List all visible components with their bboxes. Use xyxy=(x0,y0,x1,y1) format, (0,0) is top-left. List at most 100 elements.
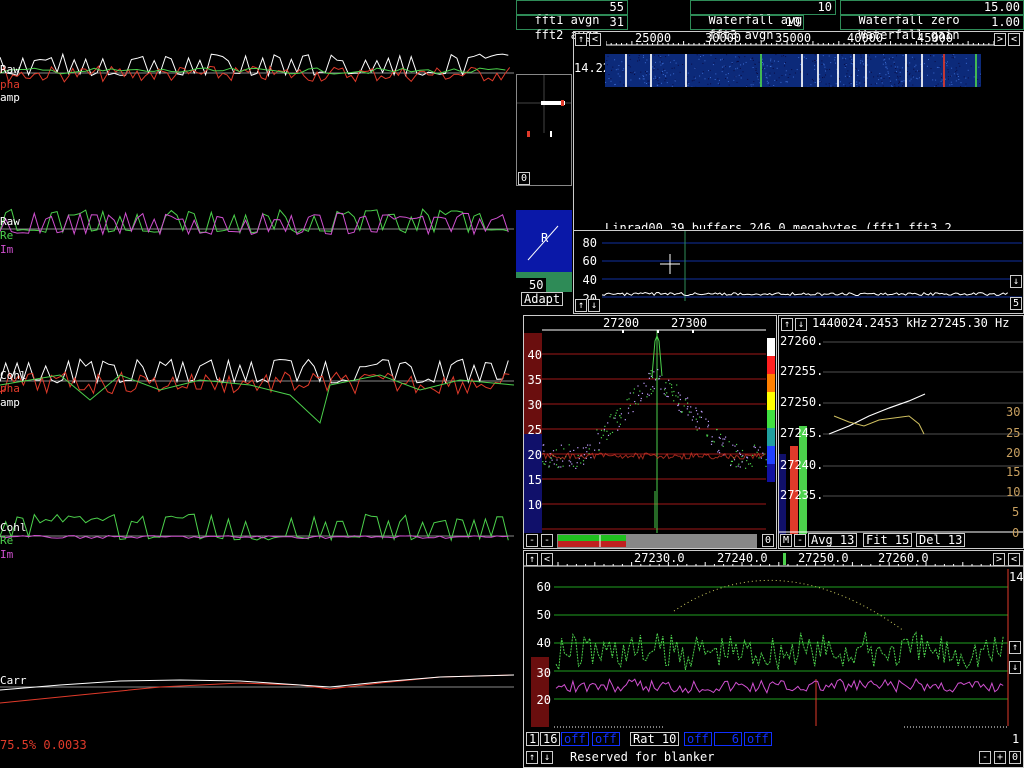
sel-ytick-1: 35 xyxy=(527,373,542,387)
bb-6[interactable]: 6 xyxy=(714,732,742,746)
bb-1-button[interactable]: 1 xyxy=(526,732,540,746)
sel-ytick-5: 15 xyxy=(527,473,542,487)
bb-off-2[interactable]: off xyxy=(592,732,620,746)
bb-right-down-button[interactable]: ↓ xyxy=(1009,661,1021,674)
bb-xtick-3: 27260.0 xyxy=(878,551,929,565)
fft1-avgn-box[interactable]: fft1 avgn 55 xyxy=(516,0,628,27)
adapt-button[interactable]: Adapt xyxy=(521,292,564,306)
wide-ytick-0: 80 xyxy=(582,236,597,250)
del-button[interactable]: Del 13 xyxy=(916,533,966,547)
freq-m-button[interactable]: M xyxy=(780,534,792,547)
fft2-avgn-value: 31 xyxy=(609,15,624,29)
freq-ytick-5: 27235. xyxy=(780,488,824,502)
p2-im-label: Im xyxy=(0,243,14,256)
bb-ytick-0: 60 xyxy=(536,580,551,594)
waterfall-up-button[interactable]: ↑ xyxy=(575,33,587,46)
freq-ytick-3: 27245. xyxy=(780,426,824,440)
bb-bottom-up-button[interactable]: ↑ xyxy=(526,751,538,764)
sel-xtick-1: 27300 xyxy=(671,316,708,330)
freq-up-button[interactable]: ↑ xyxy=(781,318,793,331)
bb-ytick-3: 30 xyxy=(536,666,551,680)
wide-spectrum-panel: 80 60 40 20 ↑ ↓ ↓ 5 xyxy=(573,230,1024,314)
fft3-avgn-box[interactable]: fft3 avgn 10 xyxy=(690,15,804,42)
freq-hz-readout: 27245.30 Hz xyxy=(930,316,1010,330)
bb-right-up-button[interactable]: ↑ xyxy=(1009,641,1021,654)
waterfall-avg-box[interactable]: Waterfall avg 10 xyxy=(690,0,836,27)
coherent-reim-plot xyxy=(0,513,514,542)
wide-ytick-1: 60 xyxy=(582,254,597,268)
fft3-avgn-value: 10 xyxy=(785,15,800,29)
sel-ytick-0: 40 xyxy=(527,348,542,362)
freq-rtick-2: 20 xyxy=(1006,446,1021,460)
freq-rtick-6: 0 xyxy=(1012,526,1020,540)
wf-tick-1: 30000 xyxy=(705,31,742,45)
bb-16-button[interactable]: 16 xyxy=(540,732,561,746)
sel-minus-1[interactable]: - xyxy=(526,534,538,547)
wf-tick-4: 45000 xyxy=(917,31,954,45)
avg-button[interactable]: Avg 13 xyxy=(808,533,858,547)
freq-rtick-3: 15 xyxy=(1006,465,1021,479)
wf-tick-0: 25000 xyxy=(635,31,672,45)
waterfall-left-button[interactable]: < xyxy=(589,33,601,46)
bb-xtick-1: 27240.0 xyxy=(717,551,768,565)
bb-off-3[interactable]: off xyxy=(684,732,712,746)
waterfall-zero-box[interactable]: Waterfall zero 15.00 xyxy=(840,0,1024,27)
bb-zero-button[interactable]: 0 xyxy=(1009,751,1021,764)
bb-minus-button[interactable]: - xyxy=(979,751,991,764)
sel-ytick-6: 10 xyxy=(527,498,542,512)
p1-raw-label: Raw xyxy=(0,63,20,76)
raw-signal-plot xyxy=(0,52,514,83)
bb-left-button[interactable]: < xyxy=(541,553,553,566)
p4-re-label: Re xyxy=(0,534,14,547)
p3-amp-label: amp xyxy=(0,396,20,409)
bb-plus-button[interactable]: + xyxy=(994,751,1006,764)
bb-rat-button[interactable]: Rat 10 xyxy=(630,732,680,746)
p5-carr-label: Carr xyxy=(0,674,27,687)
waterfall-gain-box[interactable]: Waterfall gain 1.00 xyxy=(840,15,1024,42)
fit-button[interactable]: Fit 15 xyxy=(863,533,913,547)
p2-raw-label: Raw xyxy=(0,215,20,228)
sel-ytick-4: 20 xyxy=(527,448,542,462)
sel-xtick-0: 27200 xyxy=(603,316,640,330)
bb-xtick-2: 27250.0 xyxy=(798,551,849,565)
bb-right-button[interactable]: > xyxy=(993,553,1005,566)
wide-right-5-button[interactable]: 5 xyxy=(1010,297,1022,310)
waterfall-left-button-2[interactable]: < xyxy=(1008,33,1020,46)
waterfall-info-text: Linrad00 39 buffers 246.0 megabytes (fft… xyxy=(605,222,952,229)
bb-off-1[interactable]: off xyxy=(561,732,589,746)
freq-rtick-5: 5 xyxy=(1012,505,1020,519)
freq-khz-readout: 1440024.2453 kHz xyxy=(812,316,928,330)
polar-zero-button[interactable]: 0 xyxy=(518,172,530,185)
sel-zero-button[interactable]: 0 xyxy=(762,534,774,547)
freq-panel: ↑ ↓ 1440024.2453 kHz 27245.30 Hz 27260. … xyxy=(778,315,1024,549)
sel-ytick-3: 25 xyxy=(527,423,542,437)
wide-down-button[interactable]: ↓ xyxy=(588,299,600,312)
freq-minus-button[interactable]: - xyxy=(794,534,806,547)
waterfall-avg-value: 10 xyxy=(817,0,832,14)
mouse-cursor xyxy=(660,254,680,274)
wf-tick-2: 35000 xyxy=(775,31,812,45)
p1-pha-label: pha xyxy=(0,78,20,91)
bb-left-button-2[interactable]: < xyxy=(1008,553,1020,566)
sel-ytick-2: 30 xyxy=(527,398,542,412)
p4-cohi-label: Cohl xyxy=(0,521,27,534)
bb-up-button[interactable]: ↑ xyxy=(526,553,538,566)
phase-indicator: R 50 Adapt xyxy=(516,210,572,306)
baseband-panel: ↑ < > < 27230.0 27240.0 27250.0 27260.0 … xyxy=(523,550,1024,768)
wide-up-button[interactable]: ↑ xyxy=(575,299,587,312)
p3-pha-label: pha xyxy=(0,382,20,395)
bb-bottom-down-button[interactable]: ↓ xyxy=(541,751,553,764)
sel-minus-2[interactable]: - xyxy=(541,534,553,547)
waterfall-right-button[interactable]: > xyxy=(994,33,1006,46)
freq-rtick-4: 10 xyxy=(1006,485,1021,499)
bb-off-4[interactable]: off xyxy=(744,732,772,746)
fft2-avgn-box[interactable]: fft2 avgn 31 xyxy=(516,15,628,42)
coherent-signal-plot xyxy=(0,358,514,424)
waterfall-image xyxy=(605,54,981,87)
bb-xtick-0: 27230.0 xyxy=(634,551,685,565)
polar-display: 0 xyxy=(516,74,572,186)
freq-down-button[interactable]: ↓ xyxy=(795,318,807,331)
p4-im-label: Im xyxy=(0,548,14,561)
phase-value: 50 xyxy=(529,278,544,292)
wide-right-down-button[interactable]: ↓ xyxy=(1010,275,1022,288)
